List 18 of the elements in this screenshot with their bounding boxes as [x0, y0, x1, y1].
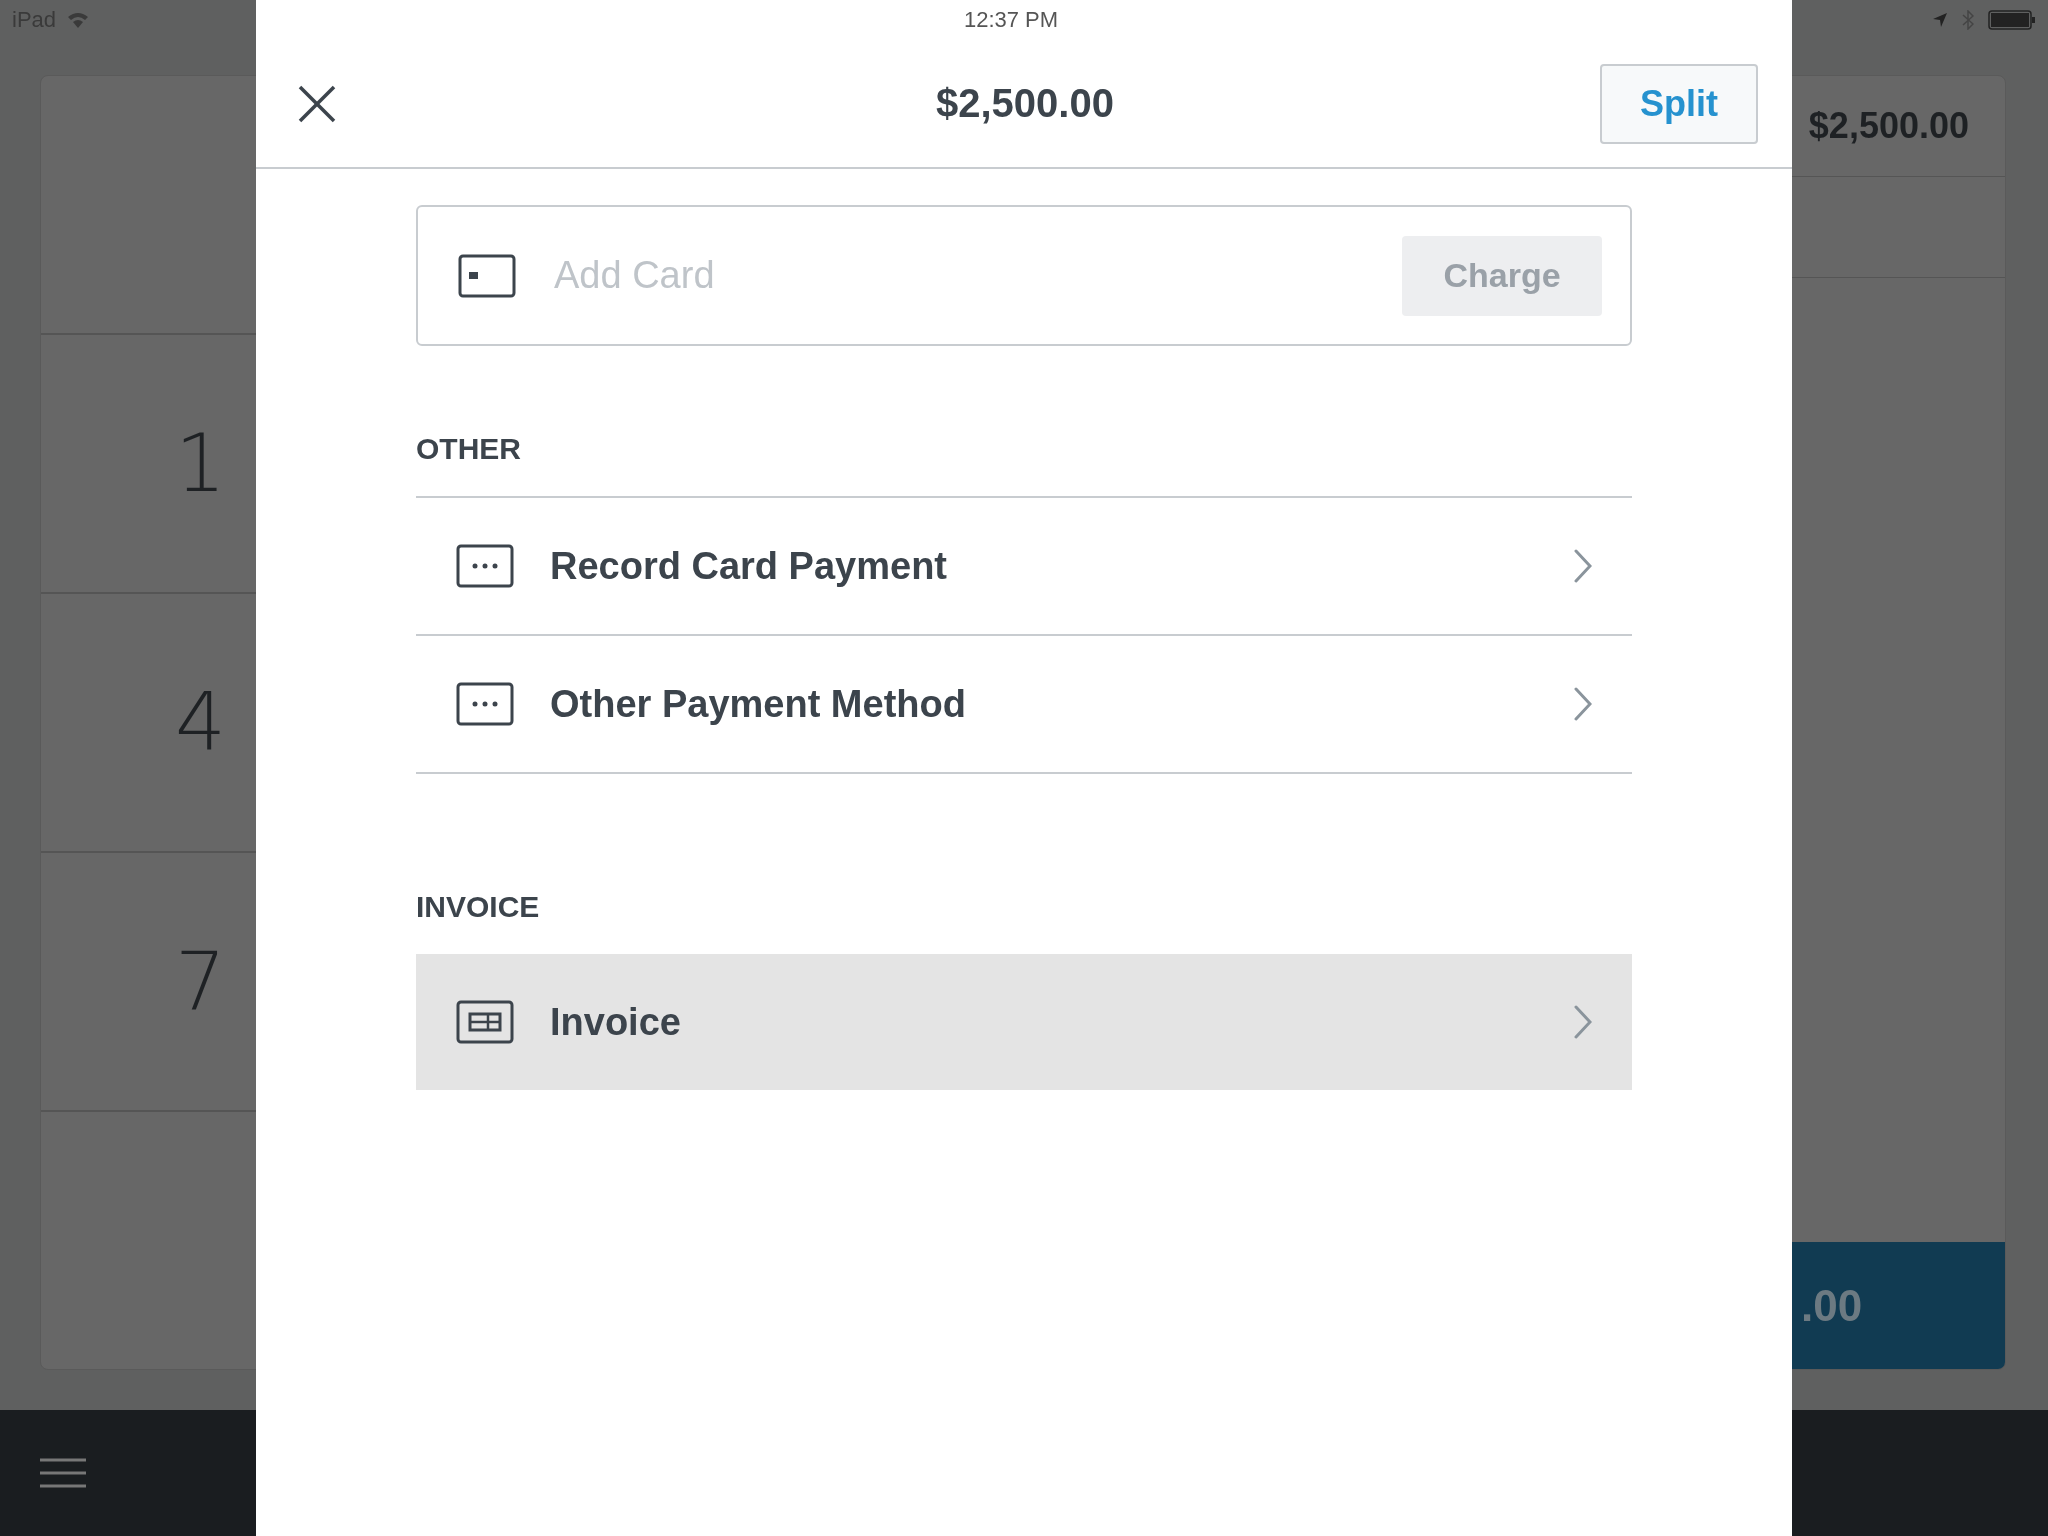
battery-icon	[1988, 10, 2036, 30]
bluetooth-icon	[1962, 10, 1974, 30]
chevron-right-icon	[1574, 549, 1592, 583]
location-arrow-icon	[1932, 12, 1948, 28]
card-icon	[458, 253, 516, 298]
payment-amount: $2,500.00	[936, 81, 1114, 126]
wifi-icon	[66, 11, 91, 29]
section-heading: OTHER	[416, 431, 522, 467]
chevron-right-icon	[1574, 687, 1592, 721]
menu-icon[interactable]	[40, 1458, 86, 1488]
dots-card-icon	[456, 544, 514, 588]
chevron-right-icon	[1574, 1005, 1592, 1039]
section-heading: INVOICE	[416, 889, 541, 925]
payment-option[interactable]: Invoice	[416, 954, 1632, 1090]
status-time: 12:37 PM	[963, 7, 1059, 33]
dots-card-icon	[456, 682, 514, 726]
invoice-icon	[456, 1000, 514, 1044]
split-button[interactable]: Split	[1600, 63, 1758, 144]
